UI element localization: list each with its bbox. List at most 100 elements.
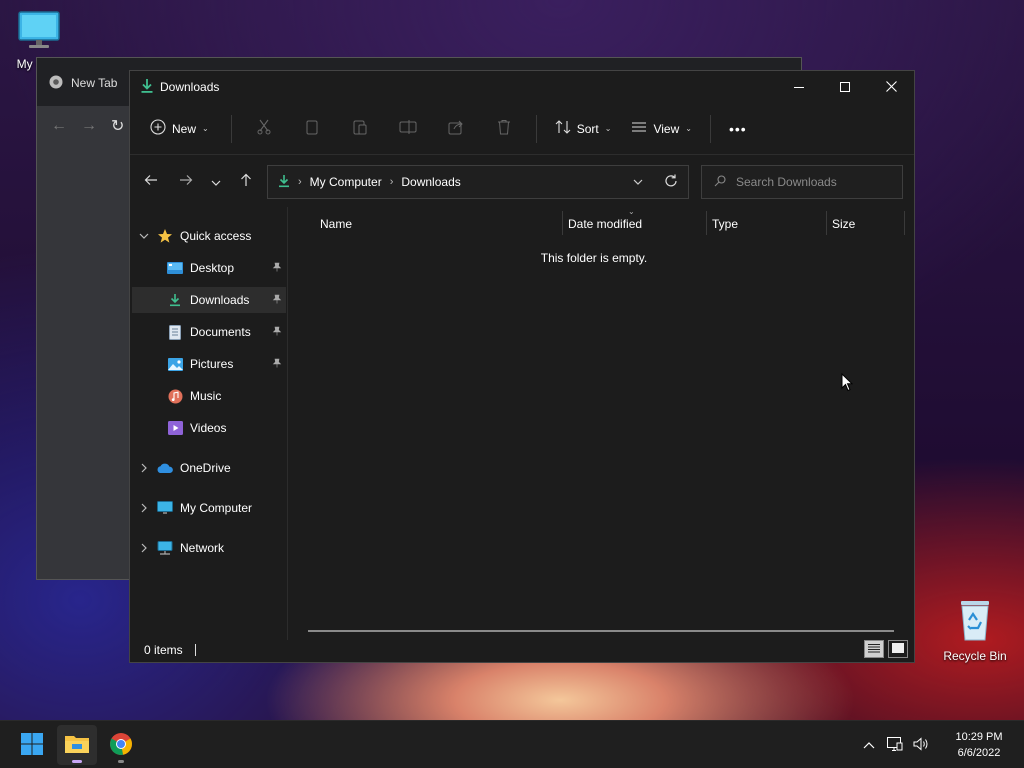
new-label: New xyxy=(172,121,197,136)
large-icons-view-button[interactable] xyxy=(888,640,908,658)
divider xyxy=(230,114,232,143)
sort-label: Sort xyxy=(576,121,599,136)
network-status-button[interactable] xyxy=(882,729,908,761)
view-list-icon xyxy=(631,120,647,137)
address-dropdown-button[interactable] xyxy=(622,166,654,198)
search-input[interactable]: Search Downloads xyxy=(701,165,903,199)
paste-button[interactable] xyxy=(336,113,384,145)
chevron-right-icon[interactable] xyxy=(132,543,156,553)
rename-button[interactable] xyxy=(384,113,432,145)
arrow-left-icon xyxy=(144,173,158,189)
nav-label: My Computer xyxy=(180,501,253,515)
sidebar-item-my-computer[interactable]: My Computer xyxy=(132,495,286,521)
minimize-icon xyxy=(794,79,804,95)
address-bar[interactable]: › My Computer › Downloads xyxy=(267,165,689,199)
item-count: 0 items xyxy=(144,643,183,657)
downloads-folder-icon xyxy=(166,292,184,308)
chevron-right-icon[interactable] xyxy=(132,503,156,513)
videos-folder-icon xyxy=(166,420,184,436)
sidebar-item-network[interactable]: Network xyxy=(132,535,286,561)
sidebar-item-music[interactable]: Music xyxy=(132,383,286,409)
details-view-button[interactable] xyxy=(864,640,884,658)
sidebar-item-downloads[interactable]: Downloads xyxy=(132,287,286,313)
back-button[interactable] xyxy=(135,165,167,197)
file-list-pane[interactable]: Name ⌄ Date modified Type Size This fold… xyxy=(290,207,914,640)
minimize-button[interactable] xyxy=(776,71,822,103)
column-divider[interactable] xyxy=(706,211,707,235)
copy-icon xyxy=(304,119,320,138)
taskbar-chrome[interactable] xyxy=(101,725,141,765)
music-folder-icon xyxy=(166,388,184,404)
breadcrumb-separator-icon: › xyxy=(389,176,394,188)
details-view-icon xyxy=(868,642,880,656)
rename-icon xyxy=(399,119,417,138)
large-icons-view-icon xyxy=(892,642,904,656)
delete-button[interactable] xyxy=(480,113,528,145)
command-bar: New ⌄ Sort ⌄ View ⌄ ••• xyxy=(130,103,914,155)
nav-label: Network xyxy=(180,541,225,555)
cut-button[interactable] xyxy=(240,113,288,145)
chrome-tab[interactable]: New Tab xyxy=(49,70,129,96)
window-controls xyxy=(776,71,914,103)
nav-label: Quick access xyxy=(180,229,252,243)
horizontal-scrollbar[interactable] xyxy=(308,630,894,632)
forward-icon[interactable]: → xyxy=(81,117,97,135)
title-bar[interactable]: Downloads xyxy=(130,71,914,103)
pin-icon xyxy=(272,358,282,371)
refresh-button[interactable] xyxy=(654,166,688,198)
chevron-down-icon xyxy=(633,177,643,188)
show-hidden-icons-button[interactable] xyxy=(856,729,882,761)
speaker-icon xyxy=(913,736,930,754)
search-placeholder: Search Downloads xyxy=(736,175,837,189)
trash-icon xyxy=(496,119,512,138)
nav-label: Downloads xyxy=(190,293,250,307)
sidebar-item-videos[interactable]: Videos xyxy=(132,415,286,441)
reload-icon[interactable]: ↻ xyxy=(111,116,124,136)
sidebar-item-documents[interactable]: Documents xyxy=(132,319,286,345)
navigation-pane[interactable]: Quick access Desktop Downloads Documents… xyxy=(130,207,288,640)
column-header-name[interactable]: Name xyxy=(320,213,352,235)
clock[interactable]: 10:29 PM 6/6/2022 xyxy=(934,729,1024,761)
view-label: View xyxy=(653,121,680,136)
new-button[interactable]: New ⌄ xyxy=(150,119,209,138)
start-button[interactable] xyxy=(12,725,52,765)
nav-quick-access[interactable]: Quick access xyxy=(132,223,286,249)
desktop-icon-recycle-bin[interactable]: Recycle Bin xyxy=(935,598,1015,663)
breadcrumb-my-computer[interactable]: My Computer xyxy=(310,175,382,189)
file-explorer-window[interactable]: Downloads New ⌄ Sort ⌄ View ⌄ ••• › My C… xyxy=(129,70,915,663)
taskbar: 10:29 PM 6/6/2022 xyxy=(0,720,1024,768)
sidebar-item-pictures[interactable]: Pictures xyxy=(132,351,286,377)
view-button[interactable]: View ⌄ xyxy=(621,113,702,145)
share-button[interactable] xyxy=(432,113,480,145)
forward-button[interactable] xyxy=(170,165,202,197)
documents-folder-icon xyxy=(166,324,184,340)
share-icon xyxy=(448,119,464,138)
see-more-button[interactable]: ••• xyxy=(719,113,757,145)
close-button[interactable] xyxy=(868,71,914,103)
paste-icon xyxy=(352,119,368,138)
column-header-type[interactable]: Type xyxy=(712,213,738,235)
taskbar-file-explorer[interactable] xyxy=(57,725,97,765)
breadcrumb-separator-icon: › xyxy=(298,176,302,188)
recent-locations-button[interactable] xyxy=(200,165,232,197)
sidebar-item-desktop[interactable]: Desktop xyxy=(132,255,286,281)
chevron-down-icon[interactable] xyxy=(132,233,156,239)
up-button[interactable] xyxy=(230,165,262,197)
column-divider[interactable] xyxy=(904,211,905,235)
column-header-date-modified[interactable]: Date modified xyxy=(568,213,642,235)
chevron-down-icon: ⌄ xyxy=(685,124,692,133)
column-divider[interactable] xyxy=(562,211,563,235)
chevron-right-icon[interactable] xyxy=(132,463,156,473)
volume-button[interactable] xyxy=(908,729,934,761)
sidebar-item-onedrive[interactable]: OneDrive xyxy=(132,455,286,481)
back-icon[interactable]: ← xyxy=(51,117,67,135)
column-header-size[interactable]: Size xyxy=(832,213,855,235)
maximize-button[interactable] xyxy=(822,71,868,103)
chrome-logo-icon xyxy=(109,732,133,759)
onedrive-cloud-icon xyxy=(156,460,174,476)
sort-button[interactable]: Sort ⌄ xyxy=(545,113,622,145)
plus-circle-icon xyxy=(150,119,166,138)
column-divider[interactable] xyxy=(826,211,827,235)
copy-button[interactable] xyxy=(288,113,336,145)
breadcrumb-downloads[interactable]: Downloads xyxy=(401,175,460,189)
